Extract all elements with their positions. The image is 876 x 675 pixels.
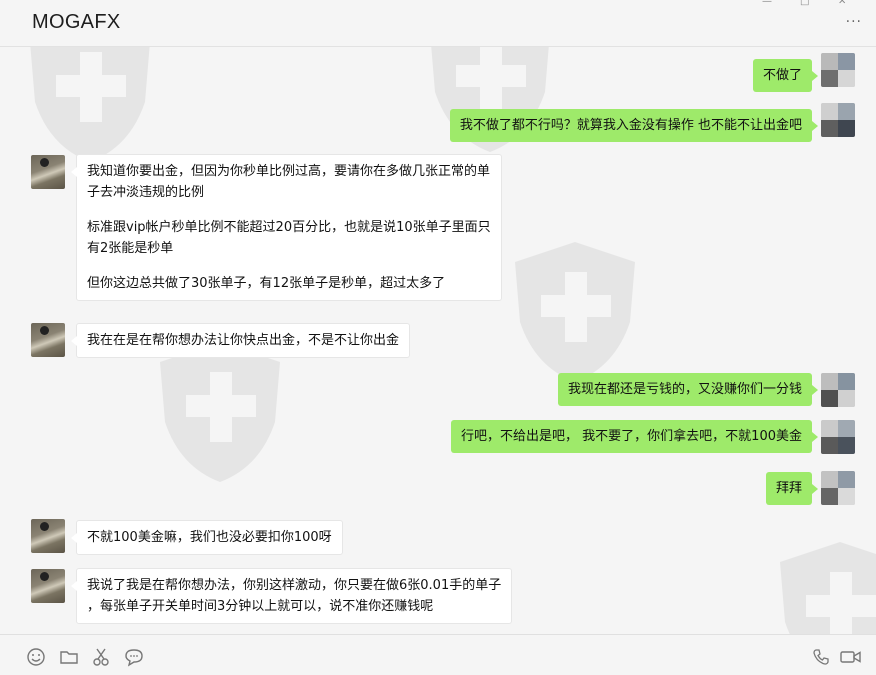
outgoing-message-bubble[interactable]: 我不做了都不行吗？就算我入金没有操作 也不能不让出金吧 — [449, 109, 819, 142]
folder-icon[interactable] — [59, 647, 79, 667]
chat-bubble-icon[interactable] — [124, 647, 144, 667]
watermark-shield-icon — [780, 542, 876, 634]
more-dots-icon[interactable]: ··· — [846, 14, 862, 30]
message-line: 子去冲淡违规的比例 — [87, 185, 205, 200]
outgoing-message-bubble[interactable]: 我现在都还是亏钱的，又没赚你们一分钱 — [557, 373, 819, 406]
message-line: 我知道你要出金，但因为你秒单比例过高，要请你在多做几张正常的单 — [87, 164, 491, 179]
emoji-icon[interactable] — [26, 647, 46, 667]
video-call-icon[interactable] — [840, 647, 862, 667]
message-line: 但你这边总共做了30张单子，有12张单子是秒单，超过太多了 — [87, 276, 446, 291]
watermark-shield-icon — [30, 47, 150, 162]
watermark-shield-icon — [160, 342, 280, 482]
incoming-message-bubble[interactable]: 不就100美金嘛，我们也没必要扣你100呀 — [71, 520, 343, 555]
self-avatar[interactable] — [821, 53, 855, 87]
self-avatar[interactable] — [821, 373, 855, 407]
self-avatar[interactable] — [821, 103, 855, 137]
minimize-window-icon[interactable]: — — [762, 0, 772, 7]
scissors-icon[interactable] — [91, 647, 111, 667]
watermark-shield-icon — [515, 242, 635, 382]
maximize-window-icon[interactable]: □ — [800, 0, 809, 7]
contact-avatar[interactable] — [31, 519, 65, 553]
message-line: 标准跟vip帐户秒单比例不能超过20百分比，也就是说10张单子里面只 — [87, 220, 491, 235]
message-line: 有2张能是秒单 — [87, 241, 174, 256]
message-line: ，每张单子开关单时间3分钟以上就可以，说不准你还赚钱呢 — [87, 599, 434, 614]
self-avatar[interactable] — [821, 471, 855, 505]
phone-icon[interactable] — [811, 647, 831, 667]
contact-avatar[interactable] — [31, 323, 65, 357]
chat-title: MOGAFX — [32, 11, 121, 33]
close-window-icon[interactable]: ✕ — [838, 0, 846, 7]
outgoing-message-bubble[interactable]: 行吧，不给出是吧， 我不要了，你们拿去吧，不就100美金 — [451, 420, 818, 453]
input-toolbar — [0, 634, 876, 675]
contact-avatar[interactable] — [31, 155, 65, 189]
outgoing-message-bubble[interactable]: 不做了 — [752, 59, 819, 92]
outgoing-message-bubble[interactable]: 拜拜 — [765, 472, 819, 505]
incoming-message-bubble[interactable]: 我知道你要出金，但因为你秒单比例过高，要请你在多做几张正常的单 子去冲淡违规的比… — [71, 154, 502, 301]
incoming-message-bubble[interactable]: 我说了我是在帮你想办法，你别这样激动，你只要在做6张0.01手的单子 ，每张单子… — [70, 568, 513, 624]
self-avatar[interactable] — [821, 420, 855, 454]
message-line: 我说了我是在帮你想办法，你别这样激动，你只要在做6张0.01手的单子 — [87, 578, 502, 593]
title-bar: MOGAFX — □ ✕ ··· — [0, 0, 876, 47]
incoming-message-bubble[interactable]: 我在在是在帮你想办法让你快点出金，不是不让你出金 — [70, 323, 411, 358]
contact-avatar[interactable] — [31, 569, 65, 603]
chat-area[interactable]: 不做了 我不做了都不行吗？就算我入金没有操作 也不能不让出金吧 我知道你要出金，… — [0, 47, 876, 634]
